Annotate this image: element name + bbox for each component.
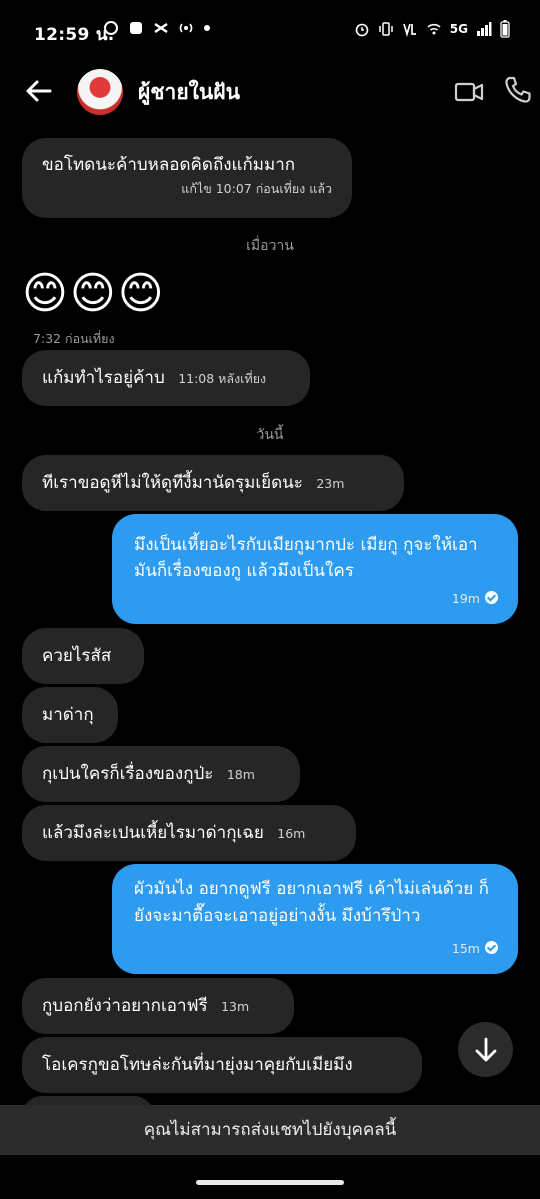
message-incoming[interactable]: แก้มทำไรอยู่ค้าบ 11:08 หลังเที่ยง: [22, 350, 310, 406]
volte-icon: [402, 23, 416, 37]
message-incoming[interactable]: โอเครกูขอโทษล่ะกันที่มายุ่งมาคุยกับเมียม…: [22, 1037, 422, 1093]
message-text: มึงเป็นเหี้ยอะไรกับเมียกูมากปะ เมียกู กู…: [134, 535, 478, 581]
message-incoming[interactable]: ควยไรสัส: [22, 628, 144, 684]
hotspot-icon: [179, 23, 193, 33]
message-time-row: 19m: [452, 586, 498, 612]
scroll-to-bottom-button[interactable]: [458, 1022, 513, 1077]
phone-icon[interactable]: [503, 75, 533, 105]
message-text: กูบอกยังว่าอยากเอาฟรี: [42, 996, 208, 1016]
home-indicator[interactable]: [196, 1180, 344, 1185]
message-text: แล้วมึงล่ะเปนเหี้ยไรมาด่ากุเฉย: [42, 823, 264, 843]
message-incoming[interactable]: ทีเราขอดูหีไม่ให้ดูทีงี้มานัดรุมเย็ดนะ 2…: [22, 455, 404, 511]
status-bar: 12:59 น. 5G: [0, 0, 540, 62]
date-separator: เมื่อวาน: [246, 238, 294, 254]
cannot-send-notice: คุณไม่สามารถส่งแชทไปยังบุคคลนี้: [0, 1105, 540, 1155]
avatar[interactable]: [77, 69, 123, 115]
date-separator: วันนี้: [256, 427, 284, 443]
message-text: แก้มทำไรอยู่ค้าบ: [42, 368, 165, 388]
signal-icon: [477, 22, 492, 36]
message-incoming[interactable]: มาด่ากุ: [22, 687, 118, 743]
app-notification-icon: [130, 22, 142, 34]
arrow-down-icon: [475, 1037, 497, 1062]
message-time: 23m: [316, 476, 345, 491]
network-type: 5G: [449, 22, 468, 36]
message-text: โอเครกูขอโทษล่ะกันที่มายุ่งมาคุยกับเมียม…: [42, 1055, 353, 1075]
message-time: 11:08 หลังเที่ยง: [178, 371, 267, 386]
vibrate-icon: [379, 22, 393, 36]
message-text: กุเปนใครก็เรื่องของกูป่ะ: [42, 764, 214, 784]
dot-icon: [204, 25, 210, 31]
message-incoming[interactable]: กุเปนใครก็เรื่องของกูป่ะ 18m: [22, 746, 300, 802]
message-incoming[interactable]: แล้วมึงล่ะเปนเหี้ยไรมาด่ากุเฉย 16m: [22, 805, 356, 861]
read-check-icon: [485, 591, 498, 604]
message-incoming[interactable]: ขอโทดนะค้าบหลอดคิดถึงแก้มมาก แก้ไข 10:07…: [22, 138, 352, 218]
message-incoming[interactable]: กูบอกยังว่าอยากเอาฟรี 13m: [22, 978, 294, 1034]
capcut-icon: [154, 23, 168, 33]
emoji-message[interactable]: 😊😊😊: [22, 266, 166, 322]
message-outgoing[interactable]: ผัวมันไง อยากดูฟรี อยากเอาฟรี เค้าไม่เล่…: [112, 864, 518, 974]
message-time: 15m: [451, 941, 480, 956]
message-time: 7:32 ก่อนเที่ยง: [33, 331, 115, 346]
message-outgoing[interactable]: มึงเป็นเหี้ยอะไรกับเมียกูมากปะ เมียกู กู…: [112, 514, 518, 624]
message-text: ผัวมันไง อยากดูฟรี อยากเอาฟรี เค้าไม่เล่…: [134, 879, 489, 926]
notification-icons: [103, 20, 211, 36]
message-time-row: 15m: [452, 936, 498, 962]
message-text: ขอโทดนะค้าบหลอดคิดถึงแก้มมาก: [42, 155, 296, 175]
read-check-icon: [485, 941, 498, 954]
message-text: มาด่ากุ: [42, 705, 94, 725]
message-time: 19m: [451, 591, 480, 606]
arrow-left-icon[interactable]: [22, 74, 56, 108]
video-call-icon[interactable]: [454, 77, 484, 107]
message-time: 13m: [221, 999, 250, 1014]
alarm-icon: [355, 23, 369, 37]
message-time: 18m: [226, 767, 255, 782]
chat-header: ผู้ชายในฝัน: [0, 62, 540, 122]
battery-icon: [500, 20, 510, 38]
message-time: แก้ไข 10:07 ก่อนเที่ยง แล้ว: [181, 181, 332, 196]
wifi-icon: [427, 23, 441, 35]
message-time: 16m: [277, 826, 306, 841]
contact-name[interactable]: ผู้ชายในฝัน: [138, 76, 240, 109]
message-text: ควยไรสัส: [42, 646, 112, 666]
chat-notification-icon: [104, 21, 118, 35]
system-icons: 5G: [354, 20, 510, 38]
message-text: ทีเราขอดูหีไม่ให้ดูทีงี้มานัดรุมเย็ดนะ: [42, 473, 303, 493]
